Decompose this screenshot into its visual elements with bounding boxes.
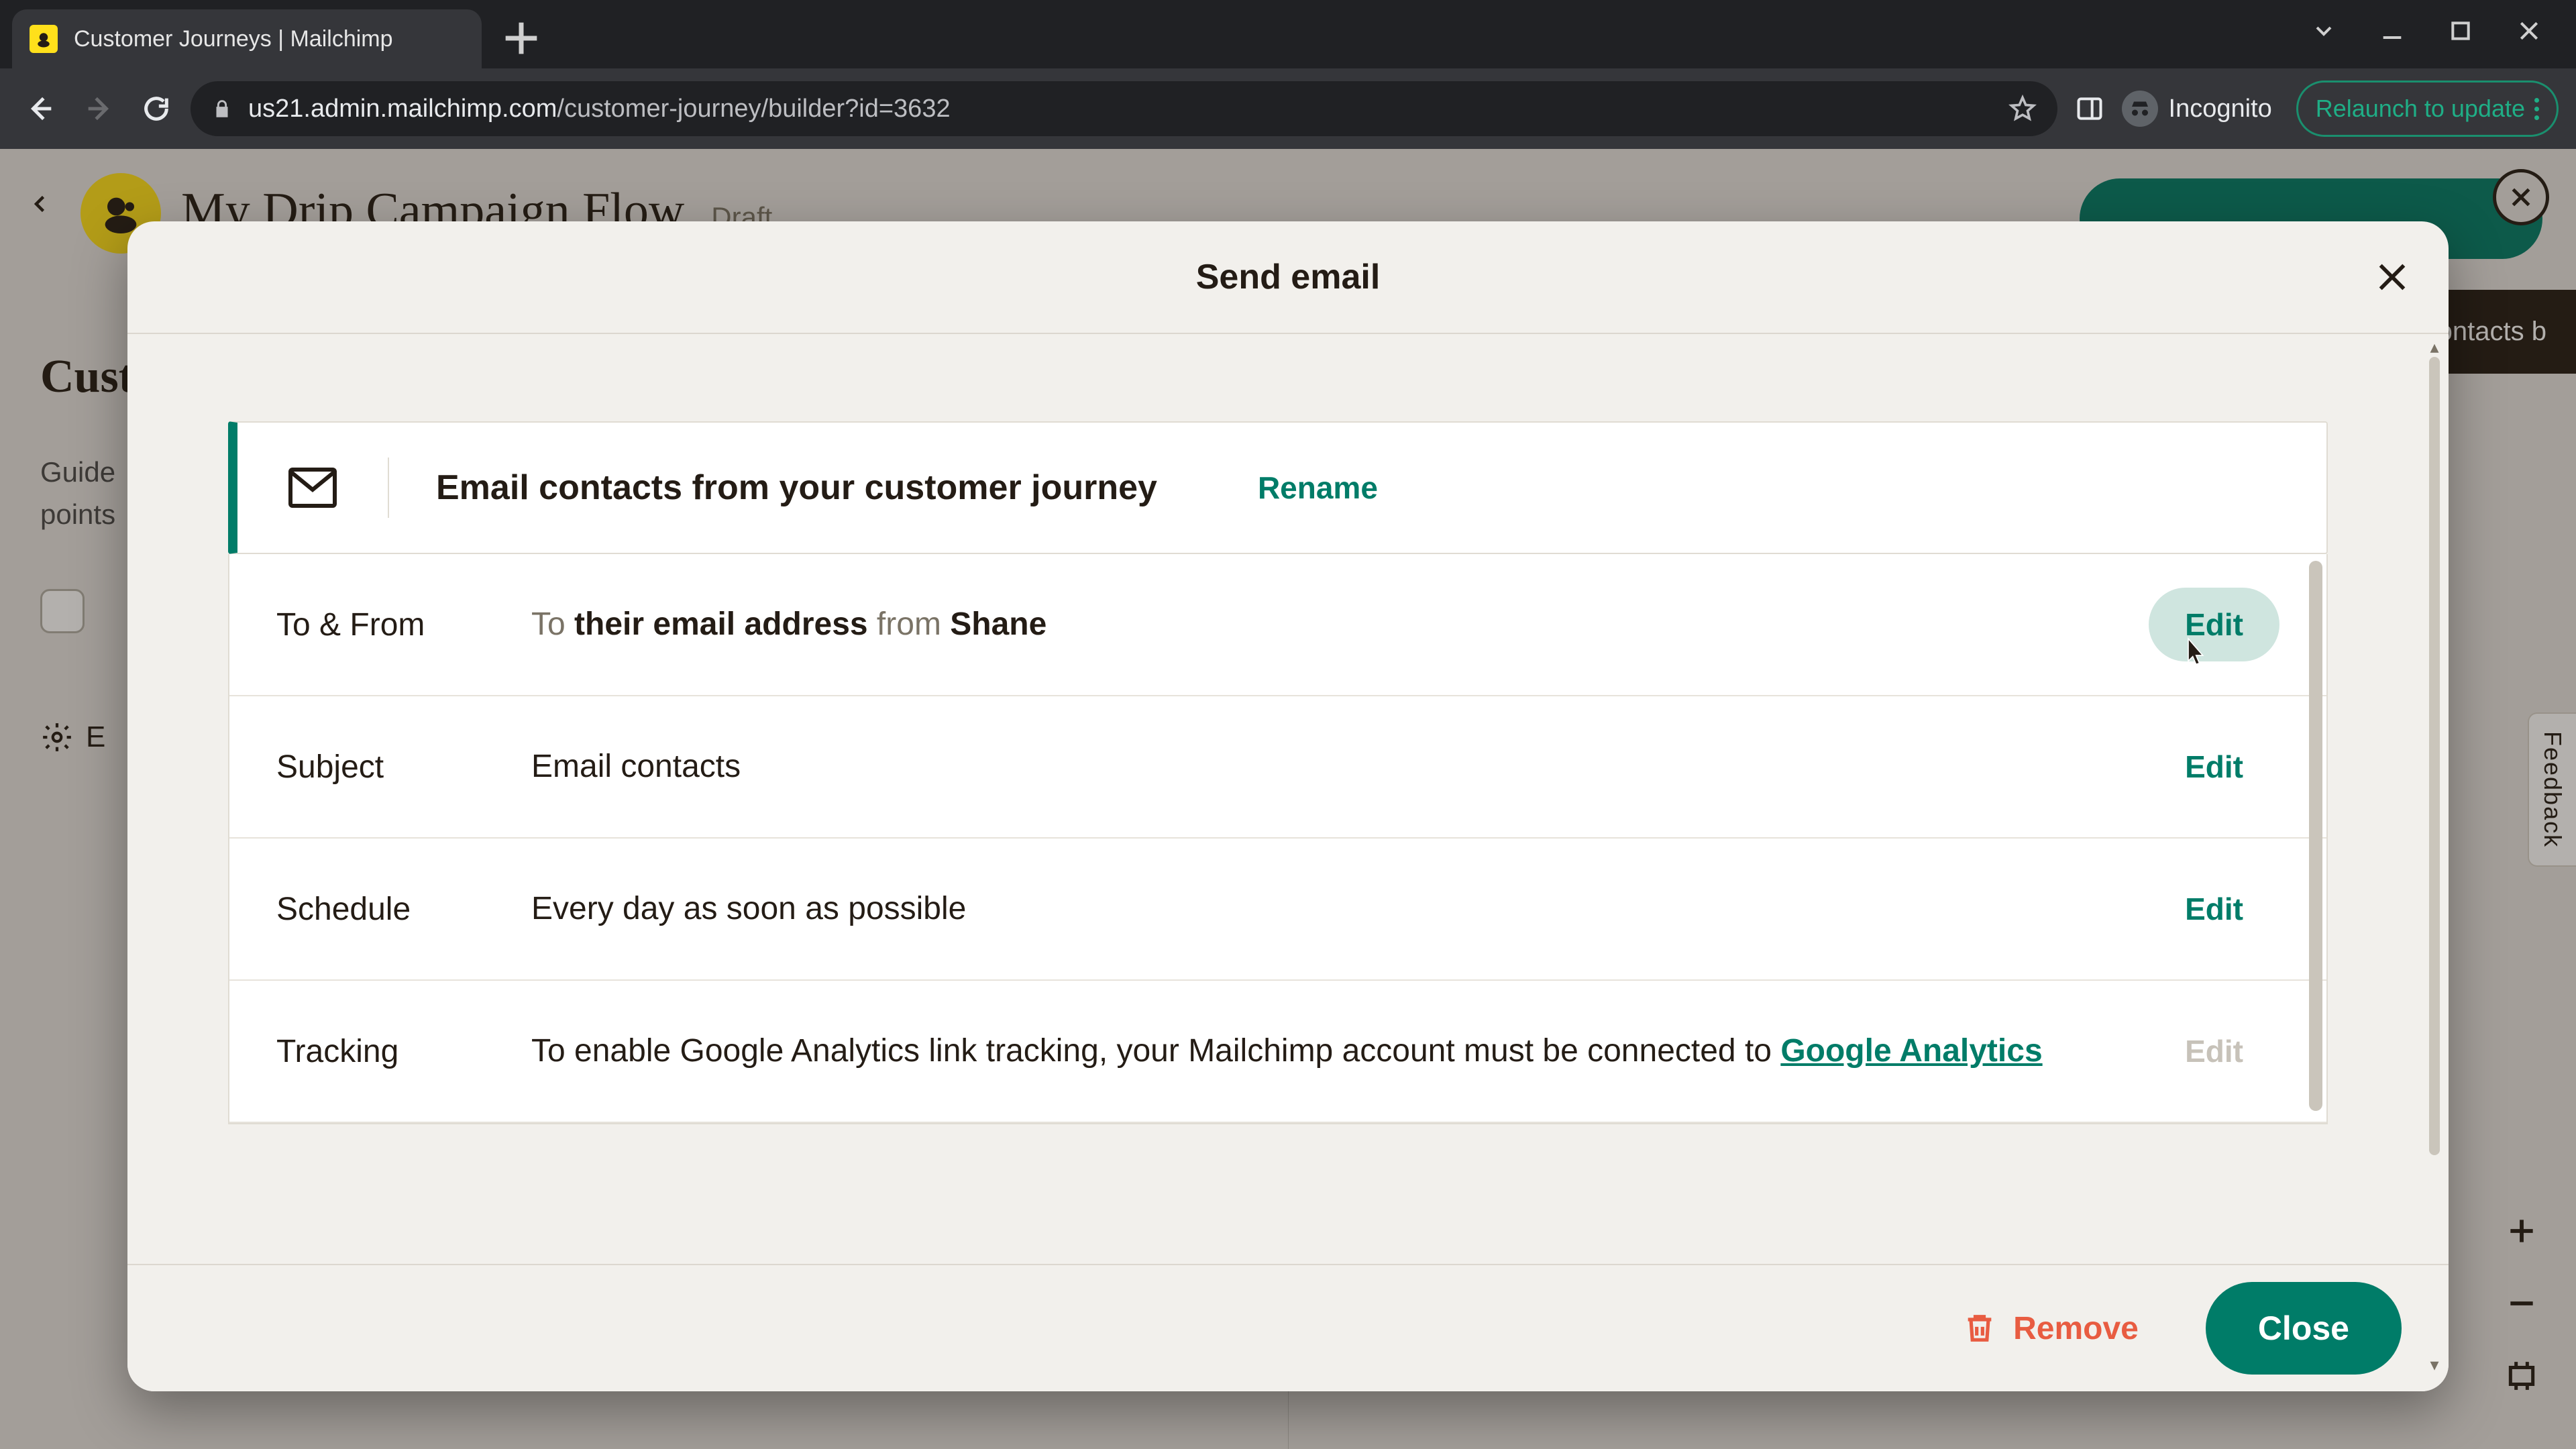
modal-close-button[interactable]	[2368, 253, 2416, 301]
google-analytics-link[interactable]: Google Analytics	[1780, 1033, 2042, 1069]
row-label-schedule: Schedule	[276, 891, 491, 928]
browser-tabstrip: Customer Journeys | Mailchimp	[0, 0, 2576, 68]
edit-tracking-button[interactable]: Edit	[2149, 1014, 2279, 1088]
incognito-icon	[2122, 91, 2158, 127]
to-word: To	[531, 606, 566, 642]
sidepanel-icon[interactable]	[2068, 87, 2111, 130]
to-value: their email address	[574, 606, 868, 642]
from-word: from	[877, 606, 941, 642]
incognito-label: Incognito	[2169, 95, 2272, 123]
row-label-to-from: To & From	[276, 606, 491, 643]
kebab-icon	[2534, 98, 2539, 120]
row-subject: Subject Email contacts Edit	[229, 696, 2326, 839]
edit-subject-button[interactable]: Edit	[2149, 730, 2279, 804]
modal-overlay: Send email Email contacts from your cust…	[0, 149, 2576, 1449]
close-button[interactable]: Close	[2206, 1282, 2402, 1375]
row-to-from: To & From To their email address from Sh…	[229, 554, 2326, 696]
address-bar[interactable]: us21.admin.mailchimp.com/customer-journe…	[191, 81, 2057, 136]
page-content: My Drip Campaign Flow Draft Cust Guide p…	[0, 149, 2576, 1449]
window-maximize-icon[interactable]	[2447, 17, 2474, 44]
bookmark-star-icon[interactable]	[2008, 94, 2037, 123]
url-text: us21.admin.mailchimp.com/customer-journe…	[248, 95, 1993, 123]
row-value-schedule: Every day as soon as possible	[531, 885, 2108, 932]
email-settings-list: To & From To their email address from Sh…	[228, 554, 2328, 1124]
row-tracking: Tracking To enable Google Analytics link…	[229, 981, 2326, 1123]
modal-title: Send email	[1196, 257, 1381, 297]
card-divider	[388, 458, 389, 518]
modal-scrollbar[interactable]: ▴ ▾	[2427, 337, 2442, 1375]
row-value-tracking: To enable Google Analytics link tracking…	[531, 1028, 2108, 1075]
url-domain: us21.admin.mailchimp.com	[248, 95, 557, 123]
tabsearch-icon[interactable]	[2310, 17, 2337, 44]
new-tab-button[interactable]	[498, 15, 545, 62]
settings-scrollbar[interactable]	[2309, 561, 2322, 1111]
browser-toolbar: us21.admin.mailchimp.com/customer-journe…	[0, 68, 2576, 149]
edit-schedule-button[interactable]: Edit	[2149, 872, 2279, 946]
incognito-indicator[interactable]: Incognito	[2122, 91, 2272, 127]
relaunch-button[interactable]: Relaunch to update	[2296, 80, 2559, 137]
modal-header: Send email	[127, 221, 2449, 334]
lock-icon	[211, 97, 233, 120]
from-value: Shane	[950, 606, 1046, 642]
tracking-text: To enable Google Analytics link tracking…	[531, 1033, 1780, 1069]
window-close-icon[interactable]	[2516, 17, 2542, 44]
nav-reload-button[interactable]	[133, 85, 180, 132]
row-value-to-from: To their email address from Shane	[531, 601, 2108, 648]
trash-icon	[1962, 1311, 1997, 1346]
row-schedule: Schedule Every day as soon as possible E…	[229, 839, 2326, 981]
email-card-title: Email contacts from your customer journe…	[436, 468, 1157, 508]
url-path: /customer-journey/builder?id=3632	[557, 95, 950, 123]
email-summary-card: Email contacts from your customer journe…	[228, 421, 2328, 554]
remove-label: Remove	[2013, 1310, 2139, 1347]
window-minimize-icon[interactable]	[2379, 17, 2406, 44]
window-controls	[2310, 0, 2576, 44]
row-label-subject: Subject	[276, 749, 491, 786]
browser-tab-active[interactable]: Customer Journeys | Mailchimp	[12, 9, 482, 68]
nav-back-button[interactable]	[17, 85, 64, 132]
modal-footer: Remove Close	[127, 1264, 2449, 1391]
relaunch-label: Relaunch to update	[2316, 95, 2525, 123]
row-label-tracking: Tracking	[276, 1033, 491, 1070]
send-email-modal: Send email Email contacts from your cust…	[127, 221, 2449, 1391]
row-value-subject: Email contacts	[531, 743, 2108, 790]
envelope-icon	[284, 460, 341, 516]
nav-forward-button[interactable]	[75, 85, 122, 132]
edit-to-from-button[interactable]: Edit	[2149, 588, 2279, 661]
tab-title: Customer Journeys | Mailchimp	[74, 26, 393, 52]
scroll-up-icon[interactable]: ▴	[2427, 337, 2442, 358]
scroll-thumb[interactable]	[2429, 357, 2440, 1155]
scroll-down-icon[interactable]: ▾	[2427, 1354, 2442, 1375]
remove-button[interactable]: Remove	[1942, 1297, 2159, 1360]
mailchimp-favicon	[30, 25, 58, 53]
rename-link[interactable]: Rename	[1258, 470, 1378, 506]
modal-body: Email contacts from your customer journe…	[127, 334, 2449, 1264]
